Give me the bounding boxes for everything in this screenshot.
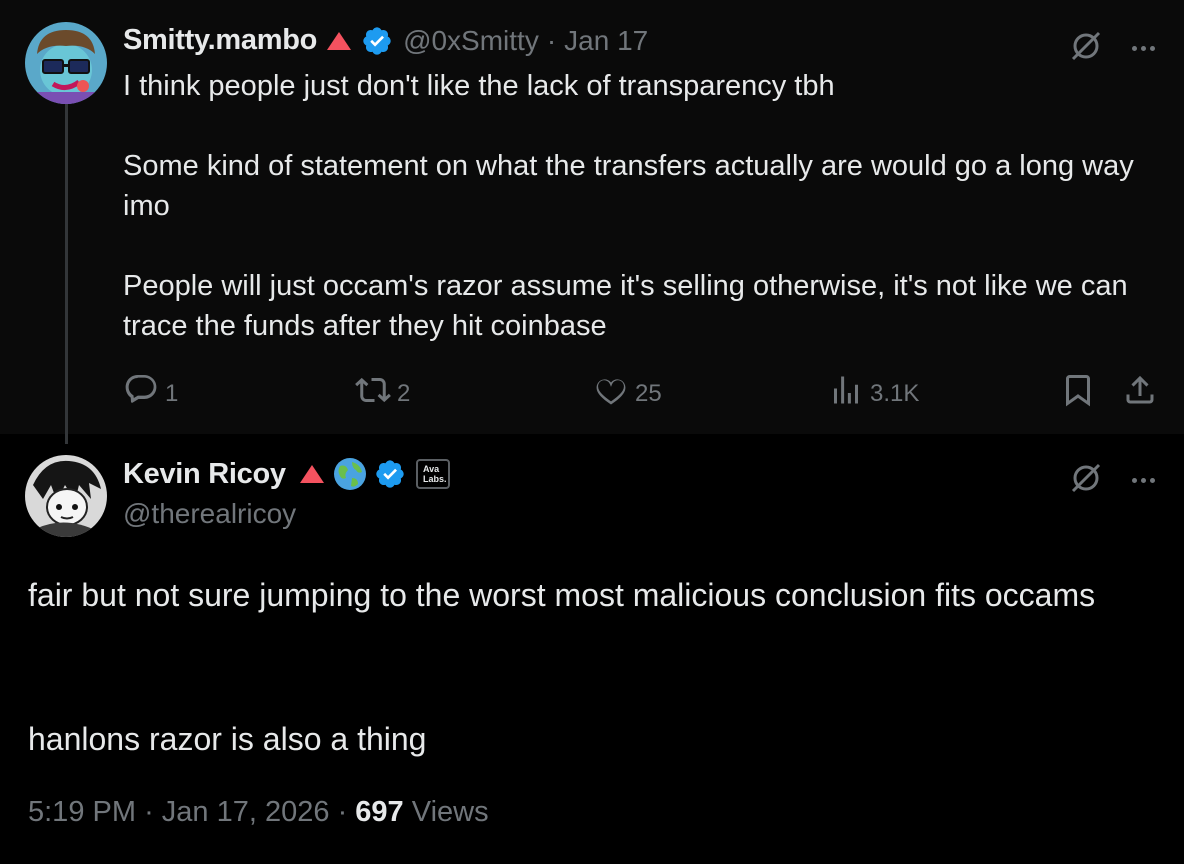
more-icon[interactable] — [1132, 46, 1155, 51]
author-handle[interactable]: @0xSmitty — [403, 25, 539, 57]
share-button[interactable] — [1122, 372, 1158, 415]
author-display-name[interactable]: Smitty.mambo — [123, 24, 317, 57]
author-handle[interactable]: @therealricoy — [123, 498, 296, 530]
globe-icon — [332, 456, 368, 492]
repost-count: 2 — [397, 379, 411, 407]
separator-dot: · — [546, 24, 557, 56]
tweet-date[interactable]: Jan 17, 2026 — [162, 796, 330, 828]
reply-button[interactable]: 1 — [123, 372, 178, 415]
like-count: 25 — [635, 379, 662, 407]
svg-text:Labs.: Labs. — [423, 474, 447, 484]
grok-icon[interactable] — [1068, 460, 1104, 501]
repost-button[interactable]: 2 — [355, 372, 410, 415]
separator-dot: · — [337, 796, 348, 828]
reply-count: 1 — [165, 379, 179, 407]
separator-dot: · — [144, 796, 154, 828]
avatar[interactable] — [25, 455, 107, 537]
analytics-icon — [828, 372, 864, 415]
main-tweet-handle-row: @therealricoy — [123, 498, 296, 530]
parent-tweet-top-actions — [1068, 28, 1155, 69]
tweet-text: I think people just don't like the lack … — [123, 70, 1134, 342]
like-button[interactable]: 25 — [593, 372, 662, 415]
verified-badge-icon[interactable] — [361, 25, 393, 57]
red-triangle-icon — [298, 463, 326, 485]
more-icon[interactable] — [1132, 478, 1155, 483]
views-button[interactable]: 3.1K — [828, 372, 919, 415]
heart-icon — [593, 372, 629, 415]
reply-icon — [123, 372, 159, 415]
author-display-name[interactable]: Kevin Ricoy — [123, 458, 286, 491]
verified-badge-icon[interactable] — [374, 458, 406, 490]
parent-tweet-header: Smitty.mambo @0xSmitty · Jan 17 — [123, 24, 648, 57]
main-tweet-top-actions — [1068, 460, 1155, 501]
grok-icon[interactable] — [1068, 28, 1104, 69]
tweet-time[interactable]: 5:19 PM — [28, 796, 136, 828]
svg-text:Ava: Ava — [423, 464, 440, 474]
bookmark-button[interactable] — [1060, 372, 1096, 415]
main-tweet-header: Kevin Ricoy Ava Labs. — [123, 456, 450, 492]
views-count[interactable]: 697 — [355, 796, 403, 828]
repost-icon — [355, 372, 391, 415]
views-count: 3.1K — [870, 379, 920, 407]
share-icon — [1122, 372, 1158, 415]
tweet-date[interactable]: Jan 17 — [564, 25, 648, 57]
views-label: Views — [411, 796, 489, 828]
tweet-meta-footer: 5:19 PM · Jan 17, 2026 · 697 Views — [28, 796, 489, 829]
affiliate-badge-ava-labs[interactable]: Ava Labs. — [415, 459, 450, 489]
thread-connector-line — [65, 104, 68, 444]
avatar[interactable] — [25, 22, 107, 104]
tweet-text: fair but not sure jumping to the worst m… — [28, 577, 1096, 757]
red-triangle-icon — [325, 30, 353, 52]
bookmark-icon — [1060, 372, 1096, 415]
